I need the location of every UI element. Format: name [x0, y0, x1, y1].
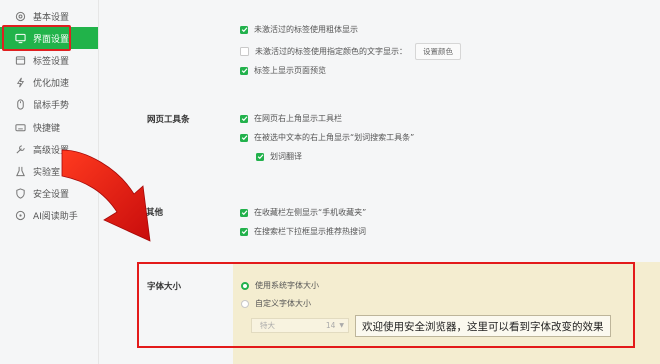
option-mobile-favorites[interactable]: 在收藏栏左侧显示“手机收藏夹”	[240, 207, 366, 218]
checkbox-checked[interactable]	[240, 133, 248, 142]
option-label: 在搜索栏下拉框显示推荐热搜词	[254, 227, 366, 236]
option-label: 标签上显示页面预览	[254, 66, 326, 75]
sidebar-item-label: AI阅读助手	[33, 211, 78, 222]
sidebar-item-basic[interactable]: 基本设置	[0, 5, 98, 27]
checkbox-checked[interactable]	[240, 114, 248, 123]
sidebar-item-label: 高级设置	[33, 145, 70, 156]
shield-icon	[13, 186, 27, 200]
settings-sidebar: 基本设置 界面设置 标签设置 优化加速 鼠标手势 快捷键 高级设置 实验室 安全…	[0, 0, 99, 364]
checkbox-checked[interactable]	[240, 227, 248, 236]
sidebar-item-speedup[interactable]: 优化加速	[0, 71, 98, 93]
checkbox-checked[interactable]	[240, 66, 248, 75]
option-label: 未激活过的标签使用指定颜色的文字显示：	[255, 47, 407, 56]
option-hot-search[interactable]: 在搜索栏下拉框显示推荐热搜词	[240, 226, 366, 237]
option-bold-unvisited-tabs[interactable]: 未激活过的标签使用粗体显示	[240, 24, 358, 35]
checkbox-checked[interactable]	[240, 208, 248, 217]
sidebar-item-label: 鼠标手势	[33, 100, 70, 111]
checkbox-checked[interactable]	[240, 25, 248, 34]
annotation-frame	[137, 262, 635, 348]
option-selection-translate[interactable]: 划词翻译	[256, 151, 302, 162]
option-selection-search-toolbar[interactable]: 在被选中文本的右上角显示“划词搜索工具条”	[240, 132, 414, 143]
sidebar-item-label: 基本设置	[33, 12, 70, 23]
set-color-button[interactable]: 设置颜色	[415, 43, 461, 60]
sidebar-item-label: 实验室	[33, 167, 61, 178]
option-label: 划词翻译	[270, 152, 302, 161]
ai-icon	[13, 208, 27, 222]
keyboard-icon	[13, 120, 27, 134]
tab-icon	[13, 53, 27, 67]
section-title-other: 其他	[146, 208, 164, 218]
lightning-icon	[13, 75, 27, 89]
option-label: 未激活过的标签使用粗体显示	[254, 25, 358, 34]
wrench-icon	[13, 142, 27, 156]
sidebar-item-gestures[interactable]: 鼠标手势	[0, 93, 98, 115]
sidebar-item-security[interactable]: 安全设置	[0, 182, 98, 204]
option-label: 在收藏栏左侧显示“手机收藏夹”	[254, 208, 367, 217]
sidebar-item-advanced[interactable]: 高级设置	[0, 138, 98, 160]
sidebar-item-label: 安全设置	[33, 189, 70, 200]
sidebar-item-shortcuts[interactable]: 快捷键	[0, 116, 98, 138]
sidebar-item-tabs[interactable]: 标签设置	[0, 49, 98, 71]
flask-icon	[13, 164, 27, 178]
option-label: 在网页右上角显示工具栏	[254, 114, 342, 123]
sidebar-item-ai-reader[interactable]: AI阅读助手	[0, 204, 98, 226]
sidebar-item-label: 快捷键	[33, 123, 61, 134]
sidebar-item-lab[interactable]: 实验室	[0, 160, 98, 182]
annotation-highlight-box	[2, 25, 71, 51]
option-toolbar-top-right[interactable]: 在网页右上角显示工具栏	[240, 113, 342, 124]
option-color-unvisited-tabs[interactable]: 未激活过的标签使用指定颜色的文字显示： 设置颜色	[240, 43, 461, 60]
checkbox-checked[interactable]	[256, 152, 264, 161]
gear-icon	[13, 9, 27, 23]
option-tab-preview[interactable]: 标签上显示页面预览	[240, 65, 326, 76]
mouse-icon	[13, 97, 27, 111]
checkbox-unchecked[interactable]	[240, 47, 249, 56]
option-label: 在被选中文本的右上角显示“划词搜索工具条”	[254, 133, 415, 142]
sidebar-item-label: 优化加速	[33, 78, 70, 89]
sidebar-item-label: 标签设置	[33, 56, 70, 67]
section-title-toolbar: 网页工具条	[147, 115, 190, 125]
